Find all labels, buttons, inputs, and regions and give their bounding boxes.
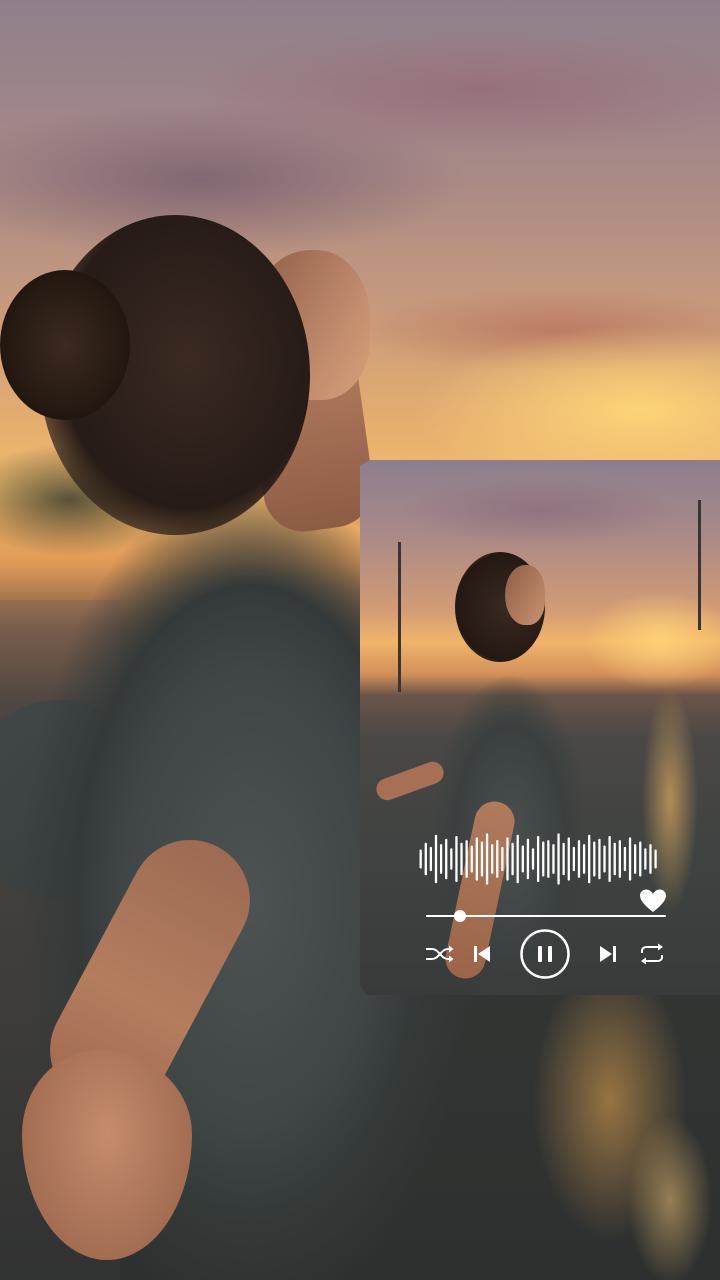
album-art-person-face <box>505 565 545 625</box>
waveform-bar <box>634 844 636 874</box>
repeat-icon <box>637 943 667 965</box>
waveform-bar <box>629 837 631 880</box>
music-player-card <box>360 460 720 995</box>
waveform-bar <box>557 833 559 884</box>
waveform-bar <box>517 835 519 884</box>
waveform-bar <box>430 847 432 871</box>
waveform-bar <box>471 846 473 873</box>
waveform-bar <box>506 837 508 880</box>
waveform-bar <box>624 847 626 871</box>
waveform-bar <box>608 836 610 882</box>
street-lamp <box>698 500 701 630</box>
waveform-bar <box>522 846 524 873</box>
next-button[interactable] <box>594 928 622 980</box>
waveform-bar <box>491 844 493 874</box>
progress-thumb[interactable] <box>454 910 466 922</box>
waveform-bar <box>476 837 478 880</box>
pause-icon <box>519 928 571 980</box>
waveform-bar <box>593 841 595 876</box>
playback-controls <box>424 928 674 980</box>
waveform-bar <box>598 839 600 880</box>
waveform-bar <box>435 835 437 884</box>
shuffle-button[interactable] <box>424 928 456 980</box>
audio-waveform <box>418 830 658 888</box>
waveform-bar <box>568 837 570 880</box>
repeat-button[interactable] <box>636 928 668 980</box>
waveform-bar <box>450 848 452 870</box>
waveform-bar <box>527 839 529 880</box>
waveform-bar <box>563 843 565 875</box>
waveform-bar <box>552 844 554 874</box>
waveform-bar <box>603 846 605 873</box>
waveform-bar <box>619 840 621 878</box>
waveform-bar <box>496 840 498 878</box>
waveform-bar <box>578 840 580 878</box>
waveform-bar <box>425 843 427 875</box>
person-hair-bun <box>0 270 130 420</box>
waveform-bar <box>501 847 503 871</box>
pause-button[interactable] <box>519 928 571 980</box>
waveform-bar <box>537 836 539 882</box>
waveform-bar <box>440 844 442 874</box>
waveform-bar <box>460 843 462 875</box>
waveform-bar <box>542 841 544 876</box>
waveform-bar <box>573 847 575 871</box>
street-lamp <box>398 542 401 692</box>
waveform-bar <box>639 841 641 876</box>
waveform-bar <box>547 840 549 878</box>
previous-button[interactable] <box>468 928 496 980</box>
story-canvas <box>0 0 720 1280</box>
waveform-bar <box>420 850 422 869</box>
waveform-bar <box>588 835 590 884</box>
waveform-bar <box>583 844 585 874</box>
waveform-bar <box>486 833 488 884</box>
waveform-bar <box>481 841 483 876</box>
waveform-bar <box>644 848 646 870</box>
waveform-bar <box>532 848 534 870</box>
waveform-bar <box>654 850 656 869</box>
shuffle-icon <box>424 944 456 964</box>
playback-progress-bar[interactable] <box>426 909 666 923</box>
waveform-bar <box>614 843 616 875</box>
skip-previous-icon <box>471 944 493 964</box>
skip-next-icon <box>597 944 619 964</box>
waveform-bar <box>465 840 467 878</box>
waveform-bar <box>445 839 447 880</box>
waveform-bar <box>511 843 513 875</box>
waveform-bar <box>455 836 457 882</box>
waveform-bar <box>649 844 651 874</box>
